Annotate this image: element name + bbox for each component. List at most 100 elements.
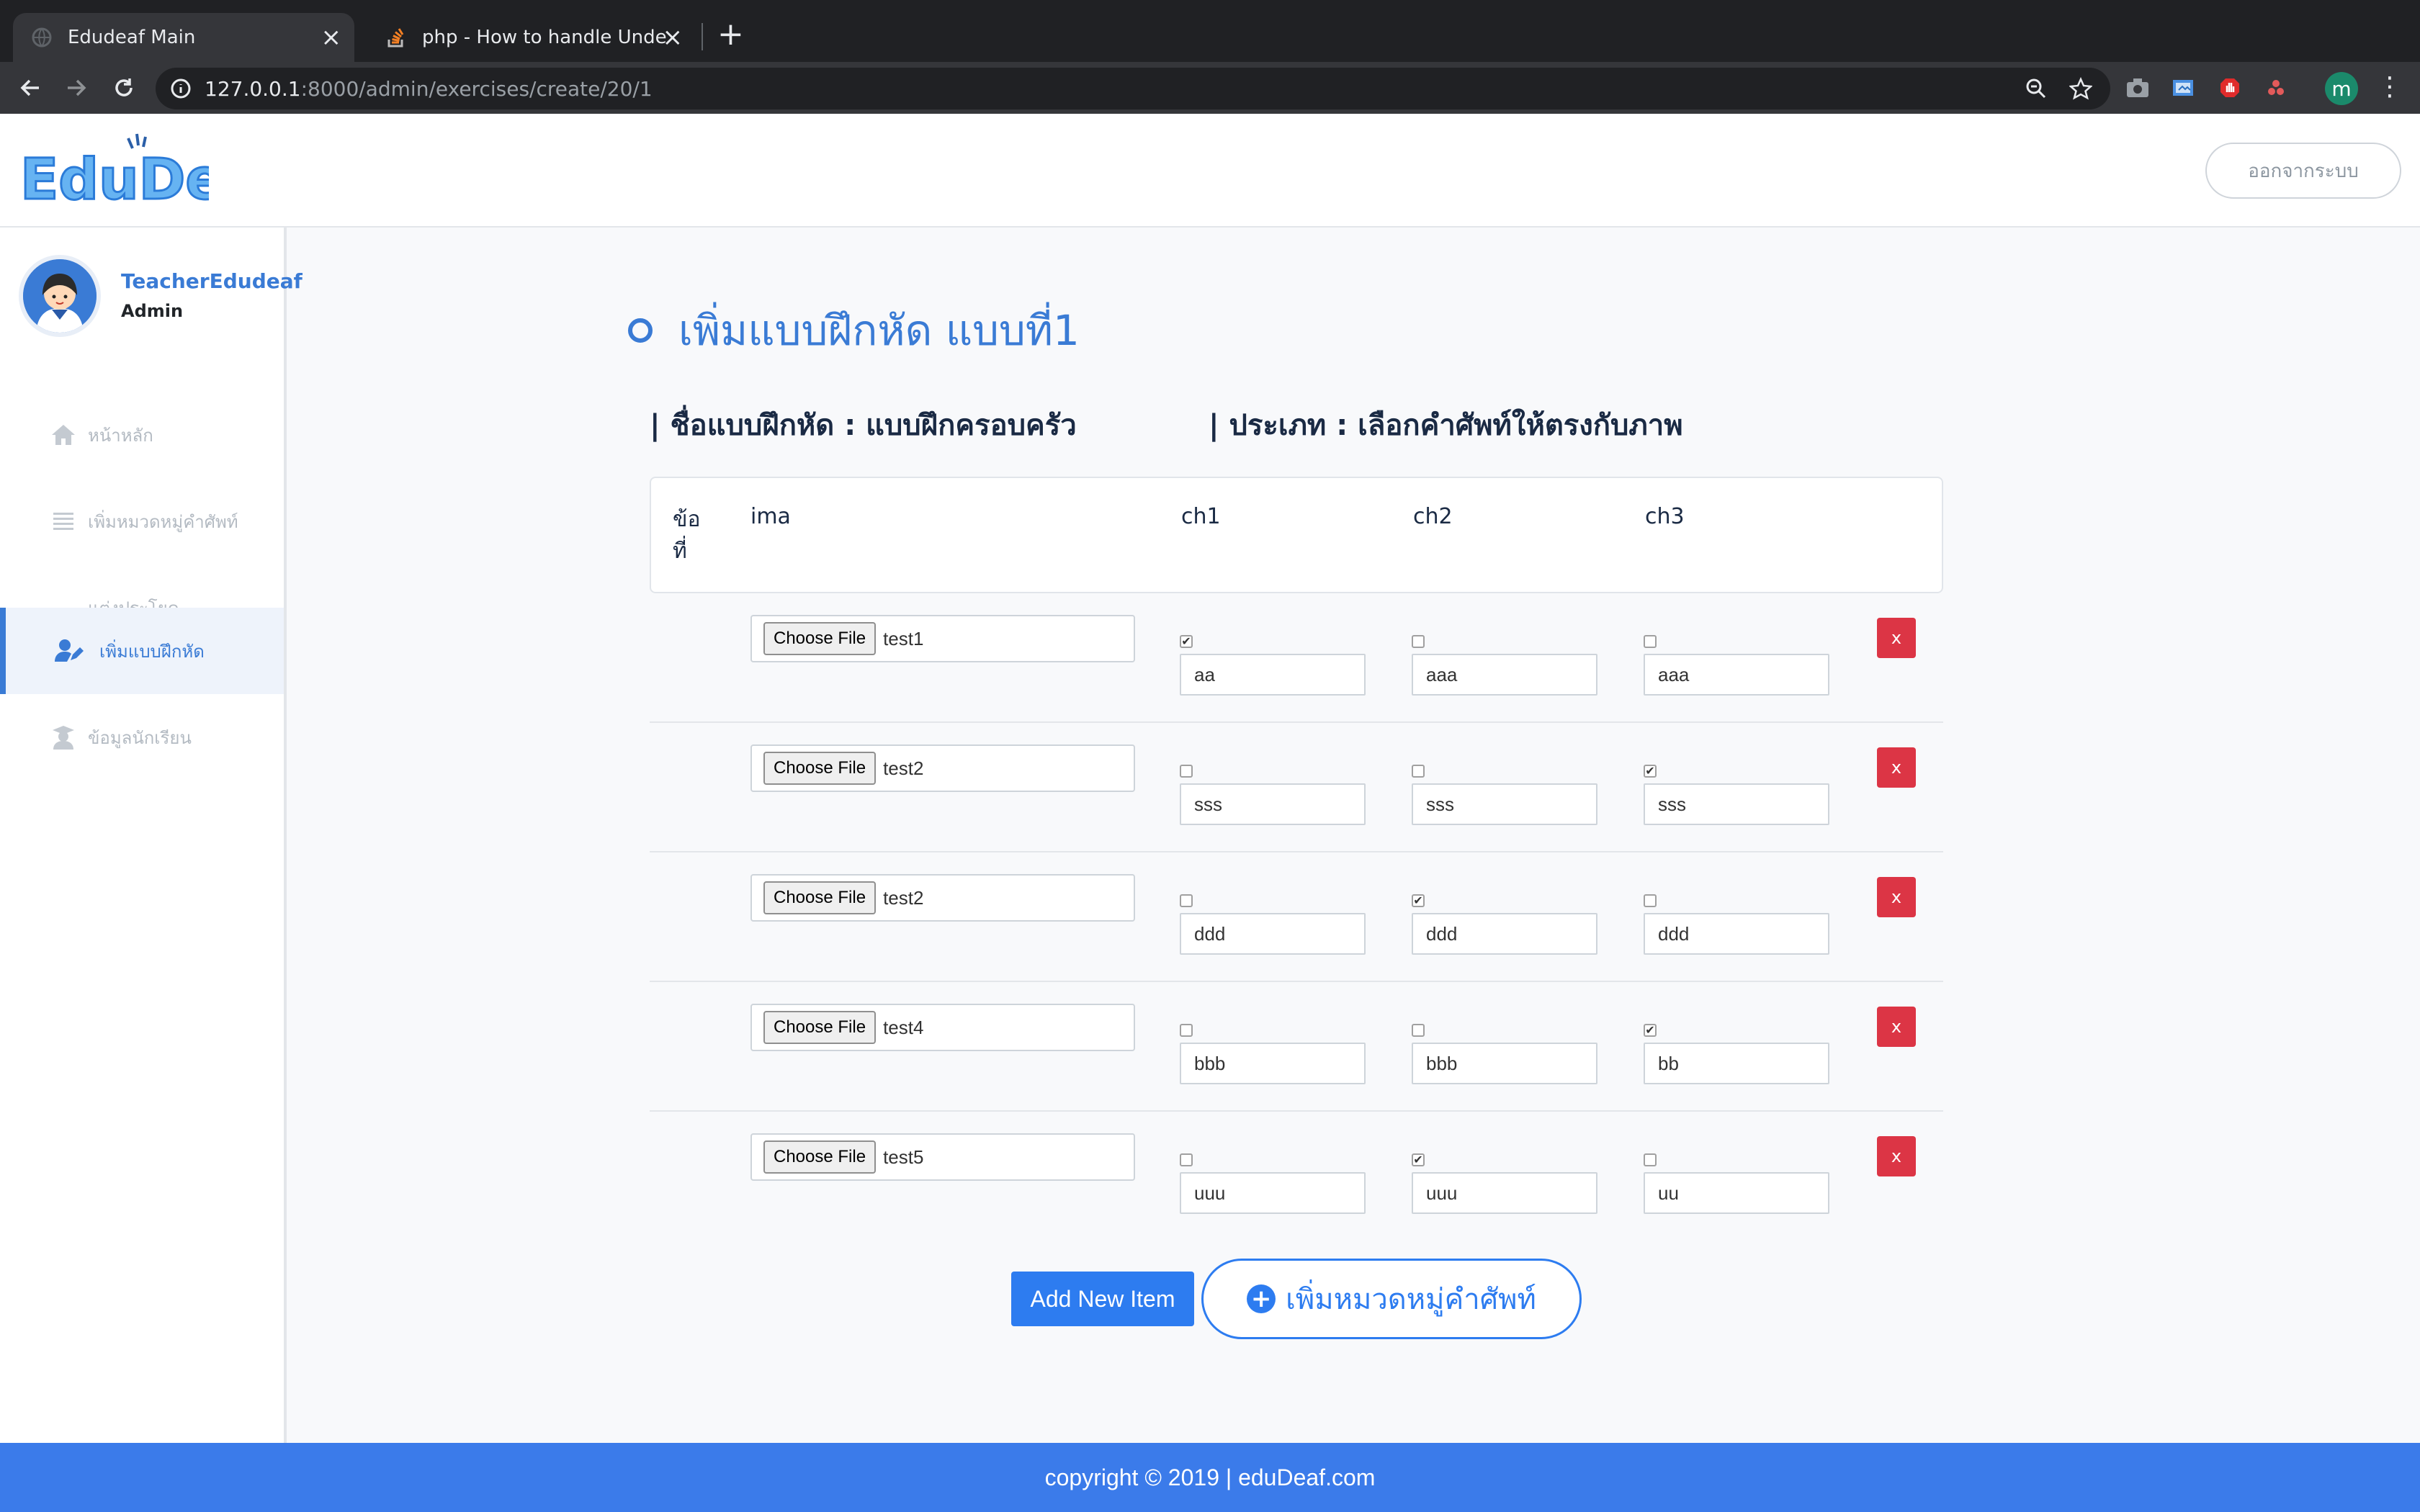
stop-hand-icon[interactable]	[2217, 75, 2243, 101]
ch1-checkbox[interactable]	[1180, 765, 1193, 778]
table-row: Choose File test4 ✔ bbb bbb bb x	[650, 982, 1943, 1112]
ch1-input[interactable]: sss	[1180, 783, 1366, 825]
back-icon[interactable]	[14, 72, 46, 104]
close-tab-icon[interactable]: ×	[321, 25, 342, 50]
extension-dots-icon[interactable]	[2263, 75, 2289, 101]
ch1-input[interactable]: aa	[1180, 654, 1366, 696]
sidebar-item-add-exercise[interactable]: เพิ่มแบบฝึกหัด	[0, 608, 284, 694]
image-file-input[interactable]: Choose File test2	[750, 744, 1135, 792]
ch3-checkbox[interactable]	[1644, 635, 1657, 648]
browser-tab-active[interactable]: Edudeaf Main ×	[13, 13, 354, 62]
add-new-item-button[interactable]: Add New Item	[1011, 1272, 1194, 1326]
choose-file-button[interactable]: Choose File	[763, 1011, 877, 1044]
file-name: test1	[883, 627, 924, 649]
column-header-no-line1: ข้อ	[673, 507, 701, 532]
ch2-input[interactable]: ddd	[1412, 913, 1597, 955]
ch2-input[interactable]: aaa	[1412, 654, 1597, 696]
delete-row-button[interactable]: x	[1877, 1136, 1916, 1176]
zoom-icon[interactable]	[2024, 76, 2048, 101]
column-header-ch2: ch2	[1413, 504, 1453, 529]
ch3-input[interactable]: uu	[1644, 1172, 1829, 1214]
delete-row-button[interactable]: x	[1877, 618, 1916, 658]
tab-separator	[702, 23, 703, 50]
image-file-input[interactable]: Choose File test1	[750, 615, 1135, 662]
logo-text: EduDeaf	[20, 148, 209, 212]
ch2-input[interactable]: uuu	[1412, 1172, 1597, 1214]
ch3-input[interactable]: bb	[1644, 1043, 1829, 1084]
browser-toolbar: 127.0.0.1:8000/admin/exercises/create/20…	[0, 62, 2420, 114]
ch1-checkbox[interactable]: ✔	[1180, 635, 1193, 648]
more-menu-icon[interactable]: ⋮	[2377, 72, 2403, 102]
camera-icon[interactable]	[2125, 75, 2151, 101]
column-header-ch1: ch1	[1181, 504, 1221, 529]
profile-avatar[interactable]: m	[2325, 72, 2358, 105]
sidebar-item-label: เพิ่มแบบฝึกหัด	[99, 641, 205, 662]
ch1-checkbox[interactable]	[1180, 1153, 1193, 1166]
choose-file-button[interactable]: Choose File	[763, 622, 877, 655]
screenshot-extension-icon[interactable]	[2171, 75, 2197, 101]
ch1-input[interactable]: uuu	[1180, 1172, 1366, 1214]
table-header: ข้อ ที่ ima ch1 ch2 ch3	[650, 477, 1943, 593]
sidebar-item-add-vocab-category[interactable]: เพิ่มหมวดหมู่คำศัพท์	[0, 478, 284, 564]
ch3-checkbox[interactable]: ✔	[1644, 1024, 1657, 1037]
ch3-input[interactable]: sss	[1644, 783, 1829, 825]
ch1-checkbox[interactable]	[1180, 1024, 1193, 1037]
ch2-checkbox[interactable]	[1412, 635, 1425, 648]
tab-title: php - How to handle Undefined	[422, 27, 667, 48]
ch1-input[interactable]: bbb	[1180, 1043, 1366, 1084]
new-tab-icon[interactable]: +	[717, 19, 744, 50]
delete-row-button[interactable]: x	[1877, 1007, 1916, 1047]
ch3-input[interactable]: aaa	[1644, 654, 1829, 696]
plus-circle-icon: +	[1247, 1284, 1276, 1313]
address-bar[interactable]: 127.0.0.1:8000/admin/exercises/create/20…	[156, 68, 2110, 109]
add-category-label: เพิ่มหมวดหมู่คำศัพท์	[1286, 1283, 1536, 1316]
image-file-input[interactable]: Choose File test5	[750, 1133, 1135, 1181]
reload-icon[interactable]	[108, 72, 140, 104]
ch3-checkbox[interactable]	[1644, 894, 1657, 907]
sidebar-item-label: ข้อมูลนักเรียน	[88, 727, 192, 748]
delete-row-button[interactable]: x	[1877, 877, 1916, 917]
close-tab-icon[interactable]: ×	[663, 25, 684, 50]
sidebar-item-home[interactable]: หน้าหลัก	[0, 392, 284, 478]
ch2-input[interactable]: bbb	[1412, 1043, 1597, 1084]
info-icon[interactable]	[170, 78, 192, 99]
star-icon[interactable]	[2069, 76, 2093, 101]
ch2-checkbox[interactable]: ✔	[1412, 1153, 1425, 1166]
file-name: test2	[883, 757, 924, 779]
page-title-text: เพิ่มแบบฝึกหัด แบบที่1	[678, 306, 1080, 355]
table-row: Choose File test2 ✔ ddd ddd ddd x	[650, 852, 1943, 982]
ch2-checkbox[interactable]: ✔	[1412, 894, 1425, 907]
avatar	[19, 255, 101, 337]
image-file-input[interactable]: Choose File test4	[750, 1004, 1135, 1051]
url-text: 127.0.0.1:8000/admin/exercises/create/20…	[205, 77, 653, 101]
delete-row-button[interactable]: x	[1877, 747, 1916, 788]
table-row: Choose File test5 ✔ uuu uuu uu x	[650, 1112, 1943, 1241]
ch1-input[interactable]: ddd	[1180, 913, 1366, 955]
page-title: เพิ่มแบบฝึกหัด แบบที่1	[628, 297, 1080, 364]
profile-name: TeacherEdudeaf	[121, 269, 302, 293]
choose-file-button[interactable]: Choose File	[763, 881, 877, 914]
exercise-type: | ประเภท : เลือกคำศัพท์ให้ตรงกับภาพ	[1209, 409, 1683, 442]
user-edit-icon	[55, 636, 84, 665]
ch2-checkbox[interactable]	[1412, 765, 1425, 778]
edudeaf-logo[interactable]: EduDeaf	[19, 128, 287, 214]
ch3-checkbox[interactable]	[1644, 1153, 1657, 1166]
ch1-checkbox[interactable]	[1180, 894, 1193, 907]
footer: copyright © 2019 | eduDeaf.com	[0, 1443, 2420, 1512]
ch2-input[interactable]: sss	[1412, 783, 1597, 825]
exercise-name: | ชื่อแบบฝึกหัด : แบบฝึกครอบครัว	[650, 409, 1077, 442]
ch3-input[interactable]: ddd	[1644, 913, 1829, 955]
choose-file-button[interactable]: Choose File	[763, 752, 877, 785]
sidebar-item-student-info[interactable]: ข้อมูลนักเรียน	[0, 694, 284, 780]
home-icon	[49, 420, 78, 449]
add-vocab-category-button[interactable]: + เพิ่มหมวดหมู่คำศัพท์	[1201, 1259, 1582, 1339]
choose-file-button[interactable]: Choose File	[763, 1140, 877, 1174]
image-file-input[interactable]: Choose File test2	[750, 874, 1135, 922]
forward-icon[interactable]	[60, 72, 92, 104]
browser-tab[interactable]: php - How to handle Undefined ×	[367, 13, 696, 62]
sidebar-item-label: หน้าหลัก	[88, 425, 153, 446]
ch3-checkbox[interactable]: ✔	[1644, 765, 1657, 778]
logout-button[interactable]: ออกจากระบบ	[2205, 143, 2401, 199]
screen: Edudeaf Main × php - How to handle Undef…	[0, 0, 2420, 1512]
ch2-checkbox[interactable]	[1412, 1024, 1425, 1037]
